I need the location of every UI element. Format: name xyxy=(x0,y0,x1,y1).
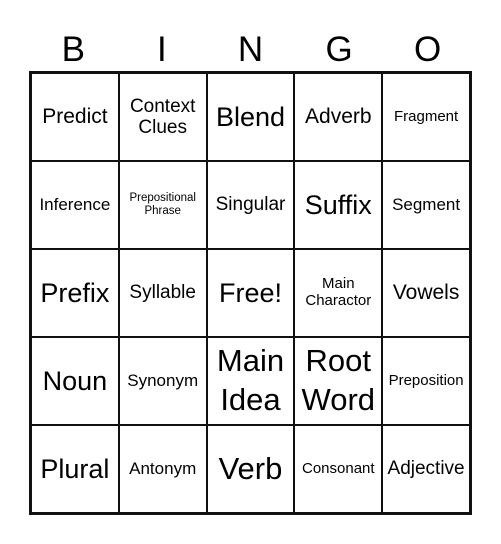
bingo-cell[interactable]: Segment xyxy=(382,161,470,249)
bingo-cell[interactable]: Inference xyxy=(31,161,119,249)
bingo-cell[interactable]: Prepositional Phrase xyxy=(118,161,207,249)
bingo-board: Predict Context Clues Blend Adverb Fragm… xyxy=(29,71,472,515)
bingo-cell[interactable]: Vowels xyxy=(382,249,470,337)
bingo-cell[interactable]: Context Clues xyxy=(118,73,207,161)
bingo-cell[interactable]: Adjective xyxy=(382,425,470,513)
bingo-cell[interactable]: Preposition xyxy=(382,337,470,425)
bingo-cell[interactable]: Main Charactor xyxy=(294,249,383,337)
bingo-cell[interactable]: Blend xyxy=(206,73,295,161)
bingo-cell[interactable]: Prefix xyxy=(31,249,119,337)
bingo-cell[interactable]: Noun xyxy=(31,337,119,425)
bingo-cell[interactable]: Synonym xyxy=(118,337,207,425)
bingo-cell[interactable]: Consonant xyxy=(294,425,383,513)
header-letter-n: N xyxy=(237,30,264,69)
bingo-cell[interactable]: Singular xyxy=(206,161,295,249)
bingo-cell[interactable]: Syllable xyxy=(118,249,207,337)
bingo-cell[interactable]: Main Idea xyxy=(206,337,295,425)
bingo-cell[interactable]: Predict xyxy=(31,73,119,161)
bingo-cell[interactable]: Verb xyxy=(206,425,295,513)
header-letter-g: G xyxy=(325,30,353,69)
bingo-cell[interactable]: Adverb xyxy=(294,73,383,161)
bingo-cell[interactable]: Antonym xyxy=(118,425,207,513)
header-letter-o: O xyxy=(414,30,442,69)
bingo-cell[interactable]: Root Word xyxy=(294,337,383,425)
header-letter-i: I xyxy=(157,30,167,69)
bingo-cell[interactable]: Suffix xyxy=(294,161,383,249)
bingo-header: B I N G O xyxy=(29,28,472,72)
free-space[interactable]: Free! xyxy=(206,249,295,337)
bingo-cell[interactable]: Fragment xyxy=(382,73,470,161)
bingo-cell[interactable]: Plural xyxy=(31,425,119,513)
header-letter-b: B xyxy=(61,30,85,69)
